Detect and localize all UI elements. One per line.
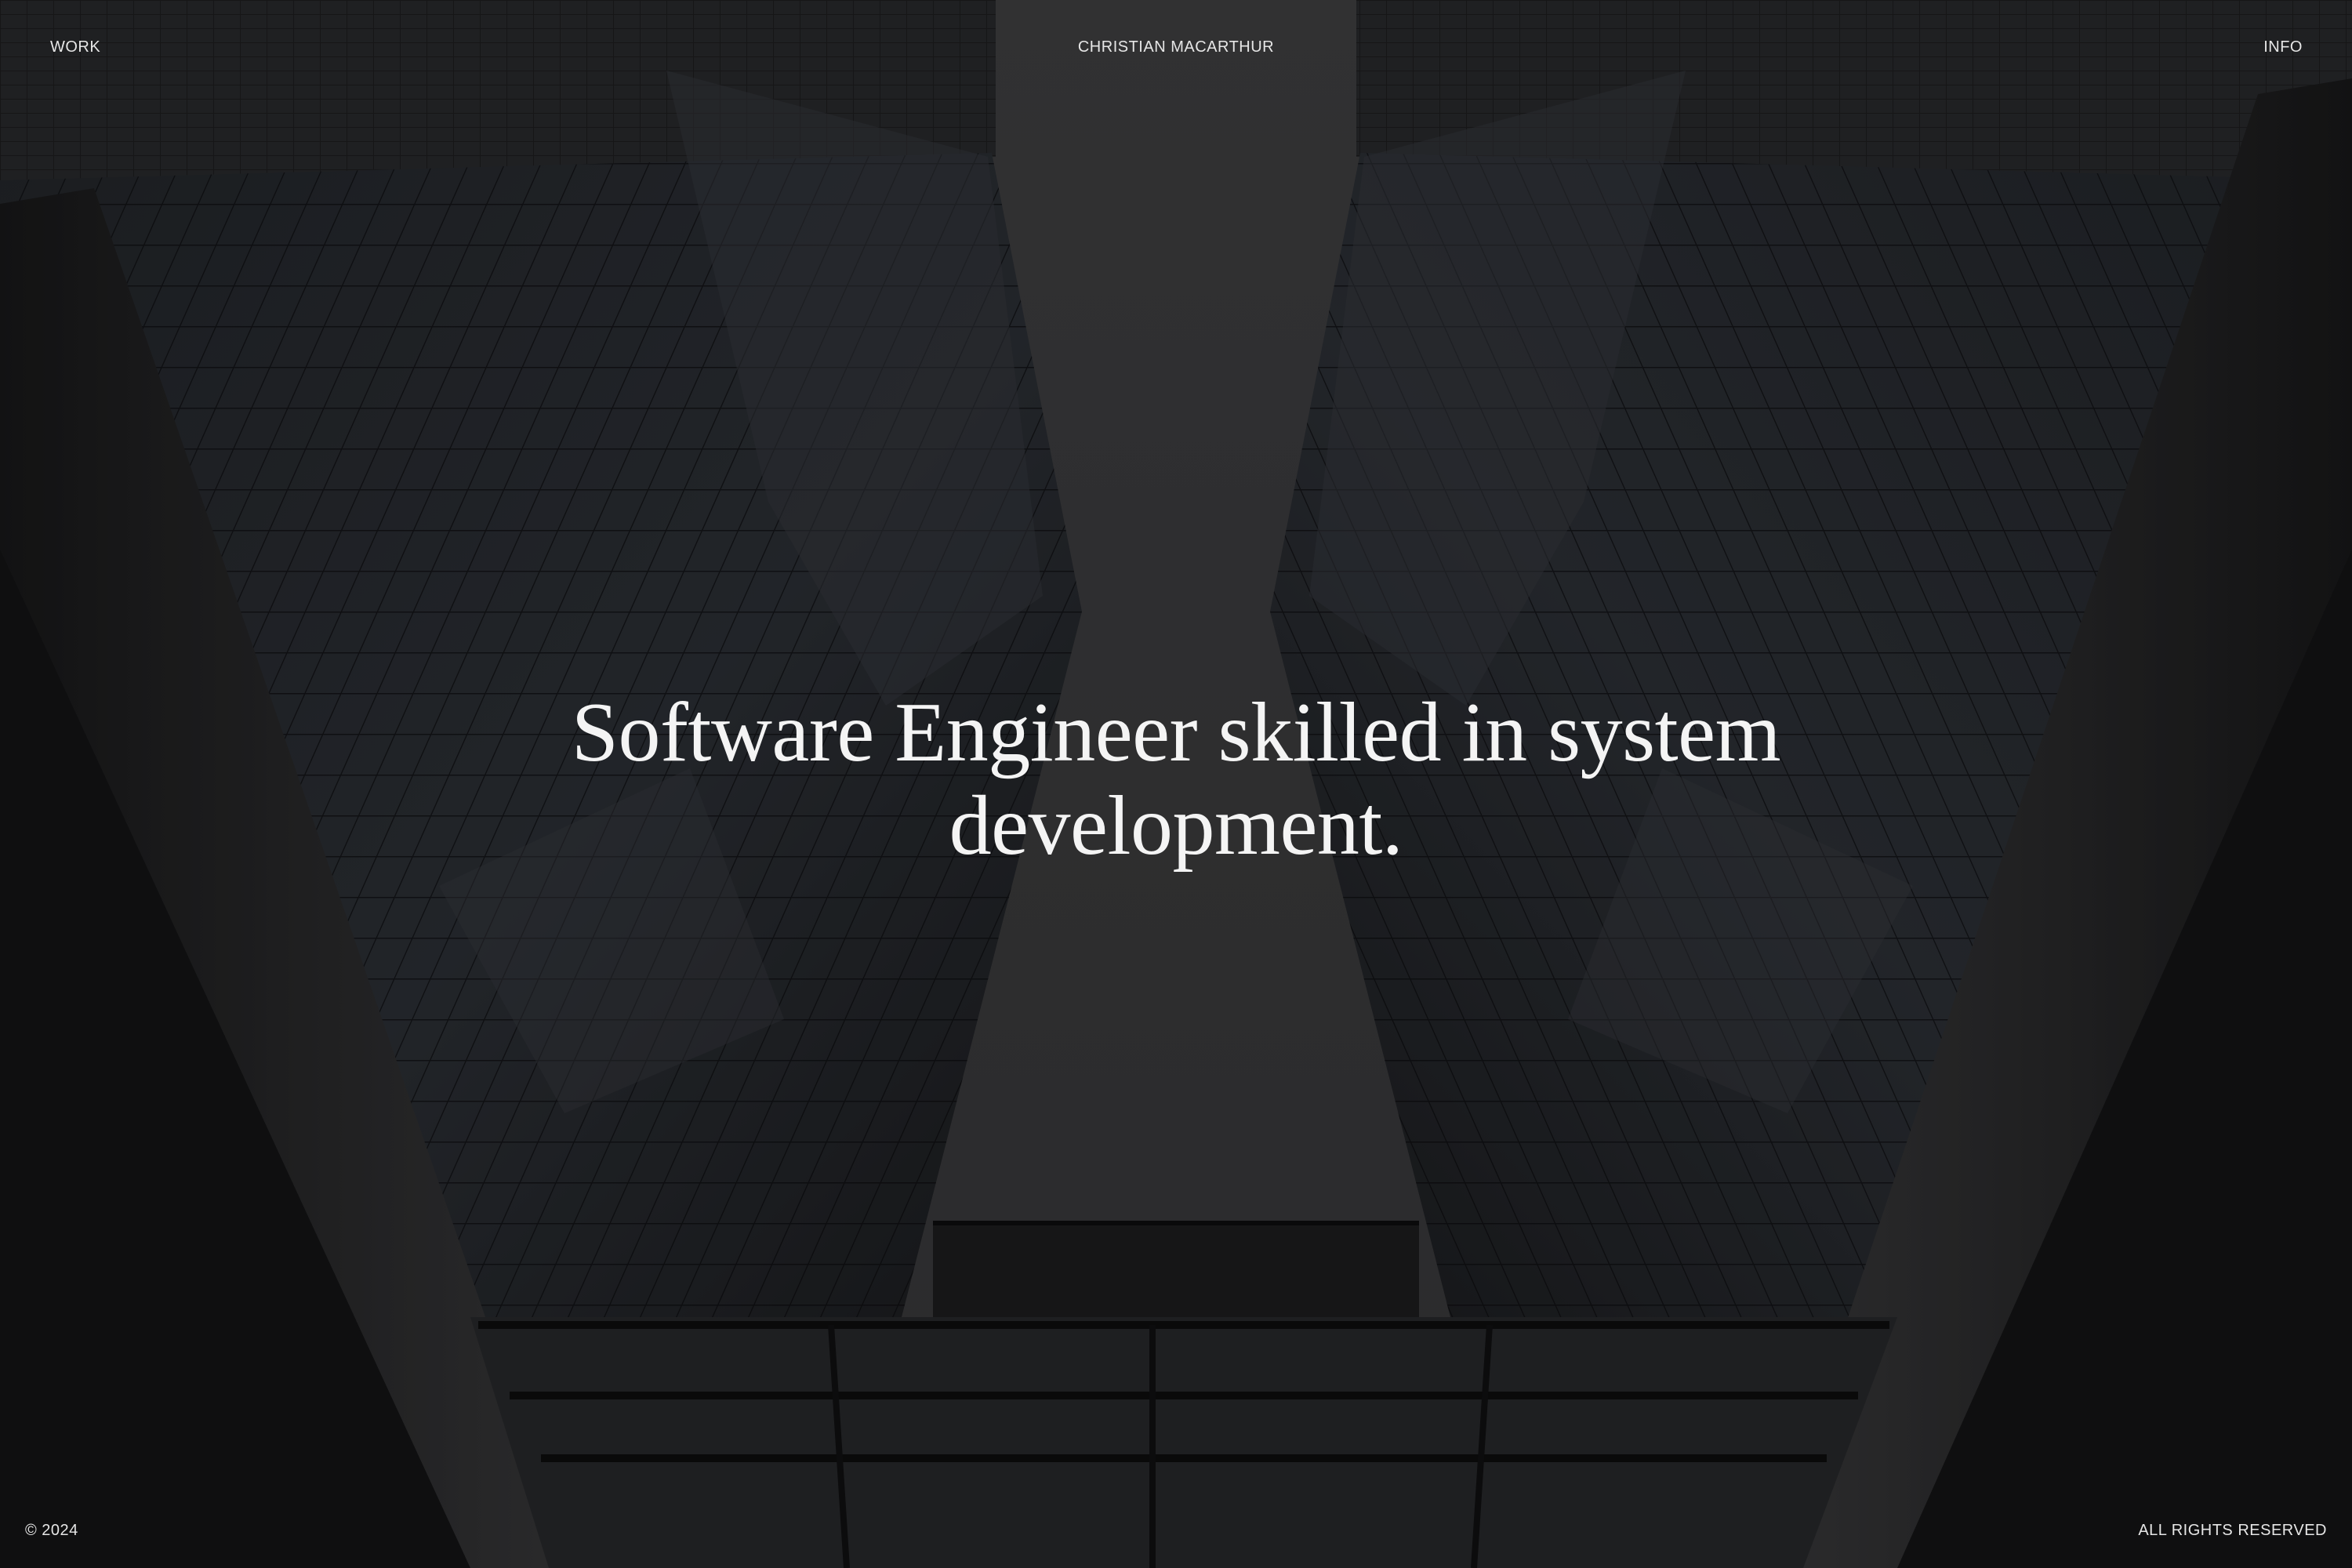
site-title[interactable]: CHRISTIAN MACARTHUR	[0, 39, 2352, 55]
nav-info-link[interactable]: INFO	[2263, 39, 2303, 55]
copyright-text: © 2024	[25, 1522, 78, 1539]
hero-section: WORK CHRISTIAN MACARTHUR INFO Software E…	[0, 0, 2352, 1568]
hero-headline-line-2: development.	[949, 779, 1403, 873]
rights-text: ALL RIGHTS RESERVED	[2138, 1522, 2327, 1539]
hero-headline: Software Engineer skilled in system deve…	[392, 686, 1960, 873]
hero-headline-line-1: Software Engineer skilled in system	[571, 686, 1781, 779]
